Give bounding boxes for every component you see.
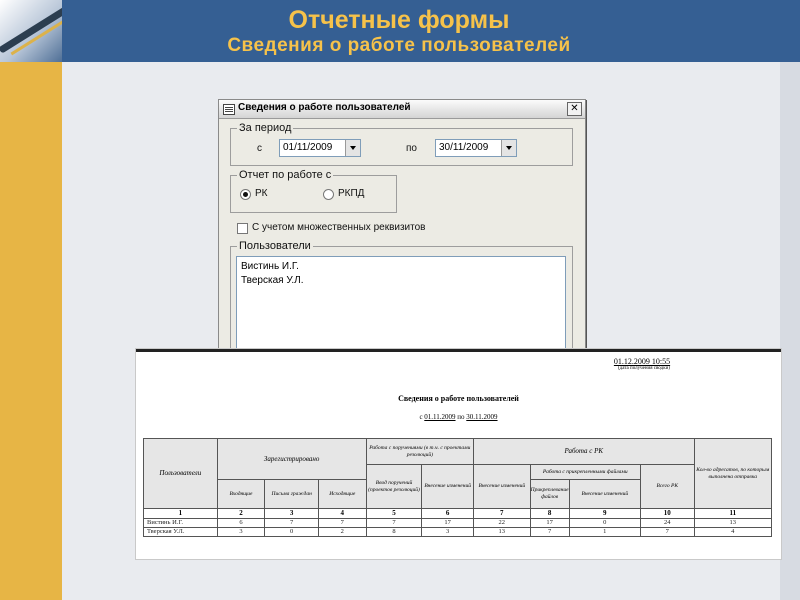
value-cell: 7 [529,526,570,537]
header-total-rk: Всего РК [640,464,695,509]
column-number: 10 [640,508,695,519]
list-item[interactable]: Тверская У.Л. [241,275,304,286]
header-users: Пользователи [143,438,218,509]
header-rk-group: Работа с РК [472,438,695,465]
value-cell: 2 [317,526,367,537]
header-citizen-letters: Письма граждан [264,479,319,509]
multi-requisites-label: С учетом множественных реквизитов [252,222,426,233]
column-number: 7 [472,508,531,519]
value-cell: 22 [472,517,531,528]
left-decor-bar [0,0,62,600]
column-number: 2 [216,508,266,519]
radio-rkpd[interactable] [323,189,334,200]
value-cell: 1 [568,526,642,537]
report-printout: 01.12.2009 10:55 (дата получения сводки)… [136,349,781,559]
dialog-title: Сведения о работе пользователей [238,102,411,113]
chevron-down-icon[interactable] [345,140,360,156]
period-from-label: с [257,143,262,154]
column-number: 9 [568,508,642,519]
corner-pen-image [0,0,62,62]
value-cell: 7 [365,517,423,528]
report-period-from: 01.11.2009 [424,413,456,421]
radio-rk-label: РК [255,188,268,199]
header-addressees: Кол-во адресатов, по которым выполнена о… [693,438,773,509]
users-legend: Пользователи [237,240,313,252]
date-to-value: 30/11/2009 [439,142,489,153]
right-decor-strip [780,62,800,600]
value-cell: 0 [568,517,642,528]
chevron-down-icon[interactable] [501,140,516,156]
header-files-attach: Прикреплевание файлов [529,479,570,509]
slide: Отчетные формы Сведения о работе пользов… [0,0,800,600]
date-to-combo[interactable]: 30/11/2009 [435,139,517,157]
period-legend: За период [237,122,294,134]
header-orders-changes: Внесение изменений [421,464,474,509]
period-to-label: по [406,143,417,154]
value-cell: 17 [421,517,474,528]
radio-rkpd-label: РКПД [338,188,365,199]
report-top-rule [136,349,781,352]
column-number: 5 [365,508,423,519]
report-table-body: Вистинь И.Г. 6 7 7 7 17 22 17 0 24 13 Тверская У.Л.… [143,517,773,537]
value-cell: 3 [421,526,474,537]
value-cell: 4 [693,526,773,537]
user-name-cell: Тверская У.Л. [143,526,218,537]
user-name-cell: Вистинь И.Г. [143,517,218,528]
value-cell: 8 [365,526,423,537]
value-cell: 24 [640,517,695,528]
form-icon [223,104,235,115]
dialog-titlebar[interactable]: Сведения о работе пользователей ✕ [219,100,585,119]
header-rk-changes: Внесение изменений [472,464,531,509]
slide-title: Отчетные формы [288,6,510,34]
report-type-legend: Отчет по работе с [237,169,334,181]
header-outgoing: Исходящие [317,479,367,509]
table-row: Вистинь И.Г. 6 7 7 7 17 22 17 0 24 13 [143,517,773,528]
column-number: 3 [264,508,319,519]
column-numbers-row: 1 2 3 4 5 6 7 8 9 10 11 [143,508,773,519]
value-cell: 13 [472,526,531,537]
report-period-prefix: с [419,413,423,421]
date-from-value: 01/11/2009 [283,142,333,153]
table-row: Тверская У.Л. 3 0 2 8 3 13 7 1 7 4 [143,526,773,537]
radio-rk[interactable] [240,189,251,200]
column-number: 6 [421,508,474,519]
value-cell: 7 [640,526,695,537]
value-cell: 3 [216,526,266,537]
column-number: 11 [693,508,773,519]
report-date: 01.12.2009 10:55 [613,357,671,366]
value-cell: 17 [529,517,570,528]
header-files-group: Работа с прикрепленными файлами [529,464,642,480]
list-item[interactable]: Вистинь И.Г. [241,261,299,272]
column-number: 4 [317,508,367,519]
value-cell: 7 [264,517,319,528]
value-cell: 6 [216,517,266,528]
report-title: Сведения о работе пользователей [398,394,519,403]
multi-requisites-checkbox[interactable] [237,223,248,234]
report-table: Пользователи Зарегистрировано Работа с п… [143,438,773,537]
column-number: 8 [529,508,570,519]
date-from-combo[interactable]: 01/11/2009 [279,139,361,157]
header-orders-input: Ввод поручений (проектов резолюций) [365,464,423,509]
value-cell: 13 [693,517,773,528]
report-period-to: 30.11.2009 [466,413,498,421]
close-button[interactable]: ✕ [567,102,582,116]
header-files-changes: Внесение изменений [568,479,642,509]
report-date-note: (дата получения сводки) [618,366,670,371]
header-orders-group: Работа с поручениями (в т.ч. с проектами… [365,438,474,465]
slide-subtitle: Сведения о работе пользователей [227,35,571,56]
report-period: с 01.11.2009 по 30.11.2009 [136,413,781,421]
value-cell: 7 [317,517,367,528]
column-number: 1 [143,508,218,519]
header-incoming: Входящие [216,479,266,509]
header-registered: Зарегистрировано [216,438,367,480]
report-period-mid: по [457,413,465,421]
value-cell: 0 [264,526,319,537]
